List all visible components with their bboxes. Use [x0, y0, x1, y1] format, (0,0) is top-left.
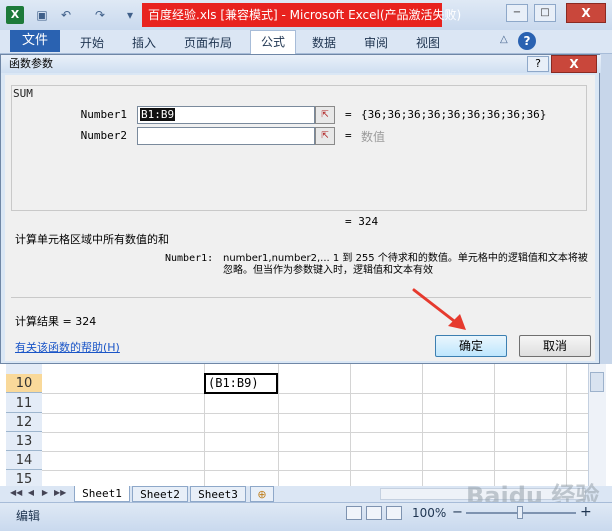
normal-view-icon[interactable]	[346, 506, 362, 520]
row-header[interactable]: 12	[6, 413, 42, 432]
number1-collapse-ref-icon[interactable]: ⇱	[315, 106, 335, 124]
sheet-tab-sheet2[interactable]: Sheet2	[132, 486, 188, 502]
divider	[11, 297, 591, 298]
tab-file[interactable]: 文件	[10, 30, 60, 52]
insert-sheet-icon[interactable]: ⊕	[250, 486, 274, 502]
number2-input[interactable]	[137, 127, 315, 145]
maximize-button[interactable]: □	[534, 4, 556, 22]
function-name: SUM	[13, 87, 33, 100]
number1-result: {36;36;36;36;36;36;36;36;36}	[361, 108, 547, 121]
argument-help-label: Number1:	[165, 253, 214, 264]
tab-page-layout[interactable]: 页面布局	[184, 34, 232, 50]
annotation-arrow-icon	[412, 288, 466, 330]
vertical-scroll-thumb[interactable]	[590, 372, 604, 392]
redo-icon[interactable]: ↷	[92, 7, 108, 23]
ok-button[interactable]: 确定	[435, 335, 507, 357]
last-sheet-icon[interactable]: ▶▶	[54, 488, 66, 497]
save-icon[interactable]: ▣	[34, 7, 50, 23]
dialog-close-button[interactable]: X	[551, 55, 597, 73]
sheet-tab-sheet1[interactable]: Sheet1	[74, 486, 130, 502]
function-arguments-dialog: 函数参数 ? X SUM Number1 B1:B9 ⇱ = {36;36;36…	[0, 54, 601, 364]
page-break-view-icon[interactable]	[386, 506, 402, 520]
customize-quick-access-icon[interactable]: ▾	[122, 7, 138, 23]
tab-insert[interactable]: 插入	[132, 34, 156, 50]
number2-label: Number2	[80, 129, 127, 142]
function-description: 计算单元格区域中所有数值的和	[15, 233, 169, 246]
row-header[interactable]: 14	[6, 451, 42, 470]
number1-input[interactable]: B1:B9	[137, 106, 315, 124]
page-layout-view-icon[interactable]	[366, 506, 382, 520]
tab-data[interactable]: 数据	[312, 34, 336, 50]
ribbon-collapse-icon[interactable]: △	[500, 34, 514, 48]
dialog-body: SUM Number1 B1:B9 ⇱ = {36;36;36;36;36;36…	[5, 75, 595, 361]
excel-logo-icon[interactable]: X	[6, 6, 24, 24]
gridline	[494, 364, 495, 486]
tab-home[interactable]: 开始	[80, 34, 104, 50]
function-help-link[interactable]: 有关该函数的帮助(H)	[15, 339, 120, 355]
formula-result-inline: = 324	[345, 215, 379, 228]
gridline	[42, 432, 588, 433]
gridline	[42, 451, 588, 452]
gridline	[350, 364, 351, 486]
window-close-button[interactable]: X	[566, 3, 606, 23]
zoom-out-icon[interactable]: −	[452, 505, 463, 520]
row-header[interactable]: 10	[6, 374, 42, 393]
worksheet-grid[interactable]	[0, 364, 612, 486]
tab-formulas[interactable]: 公式	[250, 30, 296, 54]
gridline	[422, 364, 423, 486]
number2-result: 数值	[361, 130, 386, 144]
calculation-result: 计算结果 = 324	[15, 315, 97, 328]
tab-review[interactable]: 审阅	[364, 34, 388, 50]
tab-view[interactable]: 视图	[416, 34, 440, 50]
number2-equals: =	[345, 129, 352, 142]
undo-icon[interactable]: ↶	[58, 7, 74, 23]
active-cell-editor[interactable]: (B1:B9)	[204, 373, 278, 394]
prev-sheet-icon[interactable]: ◀	[26, 488, 36, 497]
zoom-slider-thumb[interactable]	[517, 506, 523, 519]
help-icon[interactable]: ?	[518, 32, 536, 50]
zoom-in-icon[interactable]: +	[580, 504, 592, 520]
gridline	[42, 393, 588, 394]
argument-help-text: number1,number2,... 1 到 255 个待求和的数值。单元格中…	[223, 253, 588, 276]
function-arguments-group	[11, 85, 587, 211]
window-title: 百度经验.xls [兼容模式] - Microsoft Excel(产品激活失败…	[142, 3, 461, 27]
row-header[interactable]: 13	[6, 432, 42, 451]
number1-equals: =	[345, 108, 352, 121]
next-sheet-icon[interactable]: ▶	[40, 488, 50, 497]
gridline	[566, 364, 567, 486]
number1-value: B1:B9	[140, 108, 176, 121]
status-mode: 编辑	[16, 509, 41, 523]
number2-collapse-ref-icon[interactable]: ⇱	[315, 127, 335, 145]
gridline	[278, 364, 279, 486]
number1-label: Number1	[80, 108, 127, 121]
minimize-button[interactable]: −	[506, 4, 528, 22]
gridline	[42, 413, 588, 414]
row-header[interactable]: 11	[6, 394, 42, 413]
zoom-level[interactable]: 100%	[412, 506, 446, 520]
cancel-button[interactable]: 取消	[519, 335, 591, 357]
first-sheet-icon[interactable]: ◀◀	[10, 488, 22, 497]
gridline	[42, 470, 588, 471]
dialog-help-button[interactable]: ?	[527, 56, 549, 72]
dialog-title: 函数参数	[1, 55, 601, 73]
sheet-tab-sheet3[interactable]: Sheet3	[190, 486, 246, 502]
